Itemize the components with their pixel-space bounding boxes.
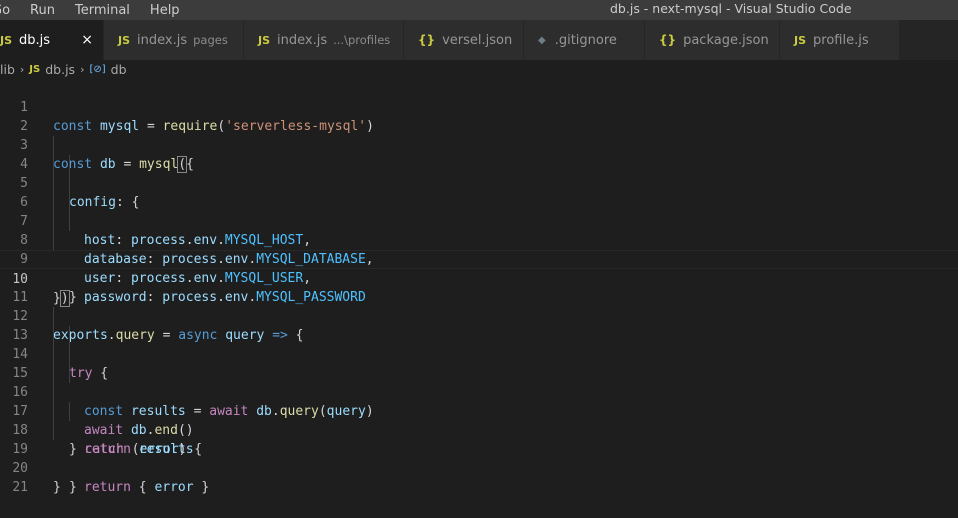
variable-symbol-icon: [⊘]	[89, 63, 106, 75]
json-file-icon: {}	[418, 33, 436, 47]
indent-guide	[69, 345, 70, 364]
code-line[interactable]: 13 try {	[0, 307, 958, 381]
window-title: db.js - next-mysql - Visual Studio Code	[610, 1, 852, 16]
indent-guide	[69, 155, 70, 174]
git-file-icon: ◆	[538, 34, 546, 46]
menu-help[interactable]: Help	[150, 3, 180, 18]
tab-label: package.json	[683, 32, 769, 48]
tab-index-js-pages[interactable]: JS index.js pages	[104, 20, 244, 60]
indent-guide	[53, 212, 54, 231]
tab-gitignore[interactable]: ◆ .gitignore	[524, 20, 645, 60]
code-line[interactable]: 17 } catch (error) {	[0, 383, 958, 457]
indent-guide	[53, 174, 54, 193]
code-line[interactable]: 14 const results = await db.query(query)	[0, 326, 958, 419]
indent-guide	[53, 136, 54, 155]
indent-guide	[53, 307, 54, 326]
js-file-icon: JS	[0, 33, 13, 47]
tab-label: versel.json	[442, 32, 513, 48]
close-icon[interactable]: ×	[81, 32, 93, 48]
indent-guide	[69, 212, 70, 231]
indent-guide	[69, 326, 70, 345]
code-line[interactable]: 2	[0, 98, 958, 134]
code-line[interactable]: 20 }	[0, 440, 958, 495]
menu-go[interactable]: Go	[0, 3, 10, 18]
breadcrumb: lib › JS db.js › [⊘] db	[0, 60, 958, 78]
tab-package-json[interactable]: {} package.json	[645, 20, 780, 60]
code-line[interactable]: 6 database: process.env.MYSQL_DATABASE,	[0, 174, 958, 267]
indent-guide	[69, 364, 70, 383]
indent-guide	[69, 174, 70, 193]
js-file-icon: JS	[118, 33, 131, 47]
tab-label: index.js	[277, 32, 328, 48]
tab-index-js-profiles[interactable]: JS index.js ...\profiles	[244, 20, 404, 60]
indent-guide	[53, 364, 54, 383]
indent-guide	[53, 326, 54, 345]
code-line[interactable]: 3 const db = mysql({	[0, 117, 958, 173]
indent-guide	[53, 345, 54, 364]
code-line[interactable]: 4 config: {	[0, 136, 958, 210]
code-line[interactable]: 8 password: process.env.MYSQL_PASSWORD	[0, 212, 958, 305]
chevron-right-icon: ›	[80, 62, 85, 76]
tab-profile-js[interactable]: JS profile.js	[780, 20, 900, 60]
indent-guide	[53, 421, 54, 440]
menu-run[interactable]: Run	[30, 3, 55, 18]
code-editor[interactable]: 1 const mysql = require('serverless-mysq…	[0, 79, 958, 495]
code-line-current[interactable]: 10 })	[0, 250, 958, 307]
code-line[interactable]: 9 }	[0, 231, 958, 305]
editor-tabs: JS db.js × JS index.js pages JS index.js…	[0, 20, 958, 60]
code-line[interactable]: 16 return results	[0, 364, 958, 457]
tab-label: profile.js	[813, 32, 869, 48]
title-bar: Go Run Terminal Help db.js - next-mysql …	[0, 0, 958, 20]
tab-db-js[interactable]: JS db.js ×	[0, 20, 104, 60]
code-line[interactable]: 5 host: process.env.MYSQL_HOST,	[0, 155, 958, 248]
tab-versel-json[interactable]: {} versel.json	[404, 20, 524, 60]
chevron-right-icon: ›	[19, 62, 25, 76]
menu-terminal[interactable]: Terminal	[75, 3, 130, 18]
code-line[interactable]: 19 }	[0, 421, 958, 495]
breadcrumb-symbol[interactable]: db	[111, 62, 127, 77]
indent-guide	[53, 193, 54, 212]
indent-guide	[53, 402, 54, 421]
code-line[interactable]: 7 user: process.env.MYSQL_USER,	[0, 193, 958, 286]
indent-guide	[53, 383, 54, 402]
code-line[interactable]: 11	[0, 269, 958, 305]
breadcrumb-file[interactable]: db.js	[45, 62, 75, 77]
tab-description: pages	[193, 33, 228, 47]
line-number: 21	[12, 480, 28, 495]
indent-guide	[53, 155, 54, 174]
indent-guide	[53, 231, 54, 250]
code-line[interactable]: 1 const mysql = require('serverless-mysq…	[0, 79, 958, 134]
indent-guide	[69, 193, 70, 212]
tab-description: ...\profiles	[333, 33, 391, 47]
js-file-icon: JS	[794, 33, 807, 47]
indent-guide	[69, 402, 70, 421]
tab-label: index.js	[137, 32, 188, 48]
code-line[interactable]: 21	[0, 459, 958, 495]
tab-label: db.js	[19, 32, 51, 48]
js-file-icon: JS	[258, 33, 271, 47]
code-line[interactable]: 15 await db.end()	[0, 345, 958, 438]
breadcrumb-folder[interactable]: lib	[0, 62, 15, 77]
js-file-icon: JS	[29, 63, 41, 75]
menu-bar: Go Run Terminal Help	[0, 0, 200, 20]
code-line[interactable]: 18 return { error }	[0, 402, 958, 495]
code-line[interactable]: 12 exports.query = async query => {	[0, 288, 958, 343]
tab-label: .gitignore	[554, 32, 617, 48]
json-file-icon: {}	[659, 33, 677, 47]
